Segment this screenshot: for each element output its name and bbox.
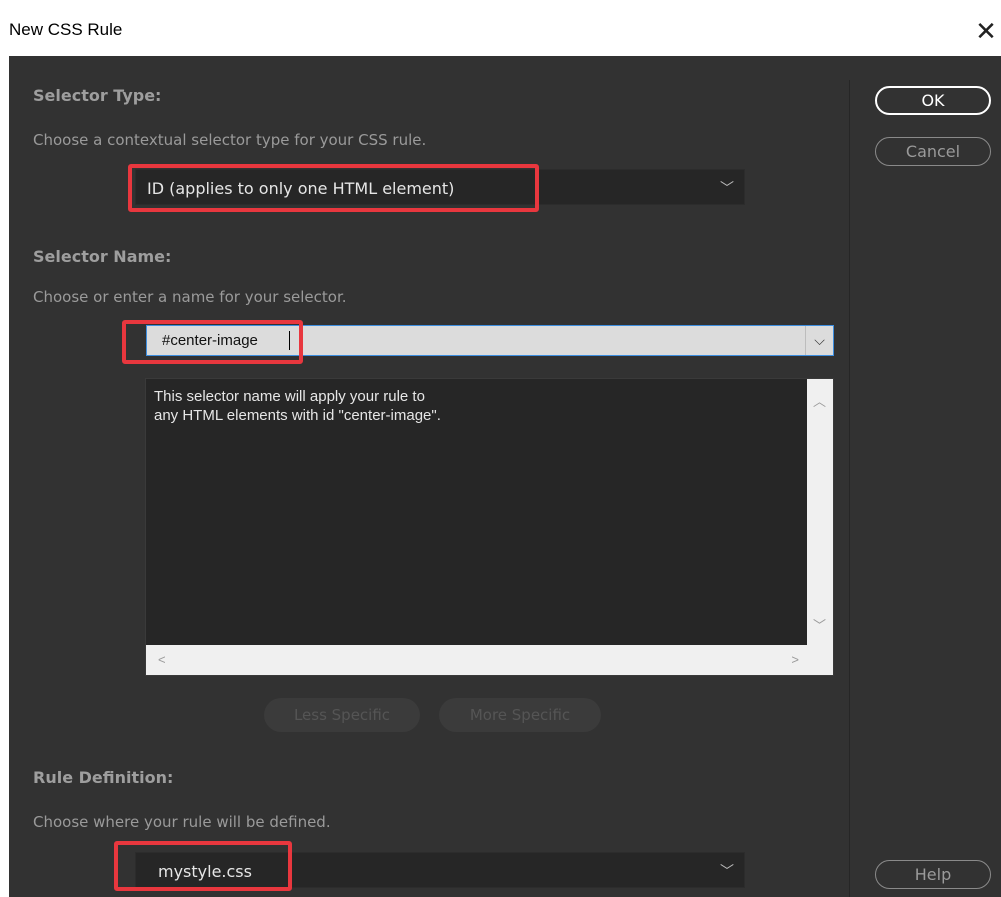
horizontal-scrollbar[interactable]: < > — [146, 645, 833, 675]
chevron-down-icon: ﹀ — [720, 181, 734, 197]
selector-type-heading: Selector Type: — [33, 86, 162, 105]
more-specific-button[interactable]: More Specific — [439, 698, 601, 732]
ok-button[interactable]: OK — [875, 86, 991, 115]
description-line: any HTML elements with id "center-image"… — [154, 407, 441, 424]
scroll-right-icon[interactable]: > — [791, 652, 799, 667]
rule-definition-heading: Rule Definition: — [33, 768, 174, 787]
chevron-down-icon: ﹀ — [720, 864, 734, 880]
scroll-left-icon[interactable]: < — [158, 652, 166, 667]
cancel-button[interactable]: Cancel — [875, 137, 991, 166]
selector-name-description: Choose or enter a name for your selector… — [33, 288, 347, 306]
help-button[interactable]: Help — [875, 860, 991, 889]
description-line: This selector name will apply your rule … — [154, 388, 425, 405]
dialog-body: Selector Type: Choose a contextual selec… — [9, 56, 1001, 897]
highlight-box — [122, 320, 303, 364]
selector-name-heading: Selector Name: — [33, 247, 172, 266]
selector-type-description: Choose a contextual selector type for yo… — [33, 131, 427, 149]
scroll-up-icon[interactable]: ︿ — [813, 391, 826, 410]
chevron-down-icon[interactable]: ⌵ — [805, 326, 833, 355]
dialog-title: New CSS Rule — [9, 20, 123, 39]
close-icon[interactable]: ✕ — [972, 18, 1000, 46]
scroll-down-icon[interactable]: ﹀ — [813, 615, 826, 634]
title-bar: New CSS Rule ✕ — [0, 0, 1001, 56]
rule-definition-description: Choose where your rule will be defined. — [33, 813, 331, 831]
highlight-box — [114, 841, 292, 891]
column-divider — [849, 80, 850, 897]
vertical-scrollbar[interactable]: ︿ ﹀ — [807, 379, 833, 645]
highlight-box — [128, 164, 539, 212]
selector-description-box: This selector name will apply your rule … — [145, 378, 834, 676]
less-specific-button[interactable]: Less Specific — [264, 698, 420, 732]
